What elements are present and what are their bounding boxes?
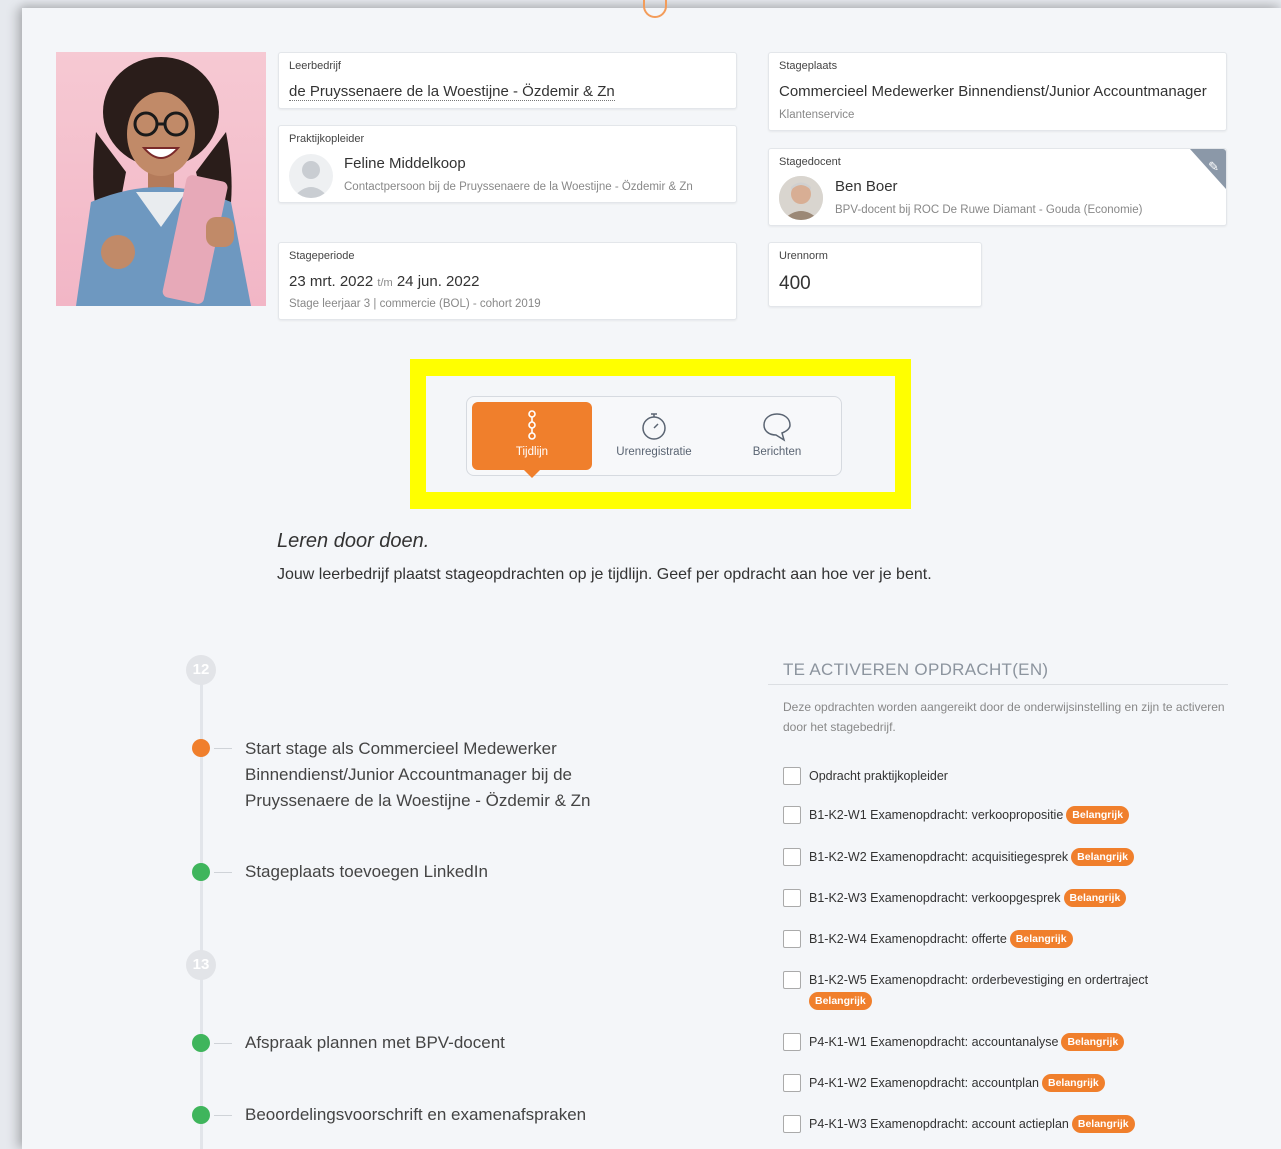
- task-label: P4-K1-W3 Examenopdracht: account actiepl…: [809, 1117, 1069, 1131]
- task-item: B1-K2-W5 Examenopdracht: orderbevestigin…: [783, 970, 1228, 1012]
- student-photo: [56, 52, 266, 306]
- leerbedrijf-card: Leerbedrijf de Pruyssenaere de la Woesti…: [278, 52, 737, 109]
- tab-tijdlijn-label: Tijdlijn: [515, 446, 549, 458]
- timeline-item[interactable]: Beoordelingsvoorschrift en examenafsprak…: [245, 1102, 645, 1128]
- timeline-item[interactable]: Start stage als Commercieel Medewerker B…: [245, 736, 625, 814]
- leerbedrijf-label: Leerbedrijf: [289, 60, 341, 72]
- timeline-connector: [214, 748, 232, 749]
- task-label: Opdracht praktijkopleider: [809, 769, 948, 783]
- stageplaats-sub: Klantenservice: [779, 109, 855, 121]
- activate-section-desc: Deze opdrachten worden aangereikt door d…: [783, 700, 1225, 734]
- important-badge: Belangrijk: [1061, 1033, 1125, 1051]
- tab-berichten-label: Berichten: [752, 446, 802, 458]
- timeline-status-dot: [192, 1106, 210, 1124]
- task-label: B1-K2-W2 Examenopdracht: acquisitiegespr…: [809, 850, 1069, 864]
- praktijkopleider-name: Feline Middelkoop: [344, 155, 466, 172]
- stageplaats-card: Stageplaats Commercieel Medewerker Binne…: [768, 52, 1227, 131]
- praktijkopleider-sub: Contactpersoon bij de Pruyssenaere de la…: [344, 181, 693, 193]
- week-badge: 12: [186, 655, 216, 685]
- important-badge: Belangrijk: [1071, 1115, 1135, 1133]
- timeline-status-dot: [192, 863, 210, 881]
- task-label: P4-K1-W1 Examenopdracht: accountanalyse: [809, 1035, 1059, 1049]
- stage-end-date: 24 jun. 2022: [396, 273, 480, 290]
- task-item: B1-K2-W3 Examenopdracht: verkoopgesprek B…: [783, 888, 1228, 909]
- stageperiode-value: 23 mrt. 2022 t/m 24 jun. 2022: [289, 273, 479, 290]
- task-item: P4-K1-W1 Examenopdracht: accountanalyse B…: [783, 1032, 1228, 1053]
- task-item: P4-K1-W2 Examenopdracht: accountplan Bela…: [783, 1073, 1228, 1094]
- leerbedrijf-link[interactable]: de Pruyssenaere de la Woestijne - Özdemi…: [289, 83, 615, 101]
- stageplaats-label: Stageplaats: [779, 60, 838, 72]
- section-divider: [768, 684, 1228, 685]
- task-label: P4-K1-W2 Examenopdracht: accountplan: [809, 1076, 1039, 1090]
- task-checkbox[interactable]: [783, 1115, 801, 1133]
- urennorm-label: Urennorm: [779, 250, 828, 262]
- timeline-item[interactable]: Afspraak plannen met BPV-docent: [245, 1030, 645, 1056]
- task-checkbox[interactable]: [783, 889, 801, 907]
- task-checkbox[interactable]: [783, 848, 801, 866]
- task-checkbox[interactable]: [783, 1074, 801, 1092]
- timeline-item[interactable]: Stageplaats toevoegen LinkedIn: [245, 859, 645, 885]
- stagedocent-label: Stagedocent: [779, 156, 841, 168]
- stageperiode-card: Stageperiode 23 mrt. 2022 t/m 24 jun. 20…: [278, 242, 737, 320]
- tab-berichten[interactable]: Berichten: [717, 402, 837, 470]
- important-badge: Belangrijk: [809, 992, 872, 1010]
- urennorm-card: Urennorm 400: [768, 242, 982, 307]
- tab-bar: Tijdlijn Urenregistratie Berichten: [466, 396, 842, 478]
- important-badge: Belangrijk: [1071, 848, 1134, 866]
- tab-urenregistratie[interactable]: Urenregistratie: [594, 402, 714, 470]
- task-item: B1-K2-W2 Examenopdracht: acquisitiegespr…: [783, 847, 1228, 868]
- important-badge: Belangrijk: [1042, 1074, 1105, 1092]
- task-checkbox[interactable]: [783, 930, 801, 948]
- important-badge: Belangrijk: [1063, 889, 1127, 907]
- stagedocent-sub: BPV-docent bij ROC De Ruwe Diamant - Gou…: [835, 204, 1143, 216]
- important-badge: Belangrijk: [1066, 806, 1130, 824]
- task-label: B1-K2-W4 Examenopdracht: offerte: [809, 932, 1007, 946]
- task-checkbox[interactable]: [783, 806, 801, 824]
- stage-start-date: 23 mrt. 2022: [289, 273, 374, 290]
- timeline-status-dot: [192, 1034, 210, 1052]
- task-item: Opdracht praktijkopleider: [783, 766, 1228, 787]
- task-label: B1-K2-W1 Examenopdracht: verkoopropositi…: [809, 808, 1064, 822]
- important-badge: Belangrijk: [1009, 930, 1073, 948]
- chat-icon: [717, 410, 837, 442]
- task-label: B1-K2-W5 Examenopdracht: orderbevestigin…: [809, 973, 1149, 987]
- intro-title: Leren door doen.: [277, 530, 430, 552]
- task-label: B1-K2-W3 Examenopdracht: verkoopgesprek: [809, 891, 1061, 905]
- urennorm-value: 400: [779, 273, 811, 294]
- timeline-connector: [214, 872, 232, 873]
- edit-icon[interactable]: ✎: [1208, 159, 1219, 175]
- stage-date-separator: t/m: [377, 277, 393, 289]
- intro-text: Jouw leerbedrijf plaatst stageopdrachten…: [277, 566, 932, 583]
- timeline-icon: [472, 410, 592, 442]
- task-checkbox[interactable]: [783, 971, 801, 989]
- tab-tijdlijn[interactable]: Tijdlijn: [472, 402, 592, 478]
- timeline-connector: [214, 1115, 232, 1116]
- stageperiode-sub: Stage leerjaar 3 | commercie (BOL) - coh…: [289, 298, 541, 310]
- stagedocent-card: Stagedocent Ben Boer BPV-docent bij ROC …: [768, 148, 1227, 226]
- praktijkopleider-label: Praktijkopleider: [289, 133, 365, 145]
- stagedocent-avatar: [779, 176, 823, 220]
- task-item: B1-K2-W1 Examenopdracht: verkoopropositi…: [783, 805, 1228, 826]
- task-item: P4-K1-W3 Examenopdracht: account actiepl…: [783, 1114, 1228, 1135]
- week-badge: 13: [186, 950, 216, 980]
- stopwatch-icon: [594, 410, 714, 442]
- stageperiode-label: Stageperiode: [289, 250, 355, 262]
- stagedocent-name: Ben Boer: [835, 178, 898, 195]
- task-checkbox[interactable]: [783, 767, 801, 785]
- avatar-placeholder-icon: [289, 154, 333, 198]
- timeline-connector: [214, 1043, 232, 1044]
- tab-urenregistratie-label: Urenregistratie: [616, 446, 692, 458]
- timeline-status-dot: [192, 739, 210, 757]
- stageplaats-value: Commercieel Medewerker Binnendienst/Juni…: [779, 83, 1207, 100]
- task-checkbox[interactable]: [783, 1033, 801, 1051]
- praktijkopleider-card: Praktijkopleider Feline Middelkoop Conta…: [278, 125, 737, 203]
- activate-section-title: TE ACTIVEREN OPDRACHT(EN): [783, 660, 1049, 679]
- task-item: B1-K2-W4 Examenopdracht: offerte Belangri…: [783, 929, 1228, 950]
